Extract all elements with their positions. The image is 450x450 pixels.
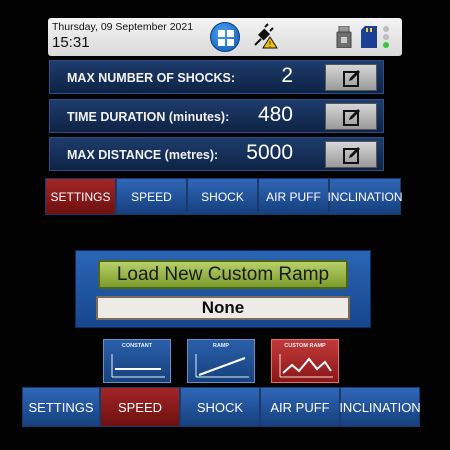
usb-drive-icon — [336, 26, 352, 48]
max-distance-row: MAX DISTANCE (metres): 5000 — [49, 137, 384, 171]
edit-icon — [343, 109, 360, 126]
tab-speed[interactable]: SPEED — [116, 178, 187, 215]
edit-max-shocks-button[interactable] — [325, 64, 377, 91]
ramp-type-custom-label: CUSTOM RAMP — [284, 343, 326, 349]
top-tab-bar: SETTINGS SPEED SHOCK AIR PUFF INCLINATIO… — [45, 178, 403, 215]
tab-air-puff[interactable]: AIR PUFF — [258, 178, 329, 215]
time-duration-row: TIME DURATION (minutes): 480 — [49, 99, 384, 133]
ramp-type-constant-button[interactable]: CONSTANT — [103, 339, 171, 383]
max-distance-label: MAX DISTANCE (metres): — [67, 148, 219, 162]
time-duration-label: TIME DURATION (minutes): — [67, 110, 230, 124]
tab-shock[interactable]: SHOCK — [180, 387, 260, 427]
edit-icon — [343, 147, 360, 164]
ramp-type-ramp-button[interactable]: RAMP — [187, 339, 255, 383]
status-time: 15:31 — [52, 34, 90, 51]
bottom-tab-bar: SETTINGS SPEED SHOCK AIR PUFF INCLINATIO… — [22, 387, 421, 427]
date-time: Thursday, 09 September 2021 15:31 — [52, 21, 193, 52]
time-duration-value: 480 — [257, 103, 293, 126]
ramp-type-ramp-label: RAMP — [212, 343, 230, 349]
max-shocks-row: MAX NUMBER OF SHOCKS: 2 — [49, 60, 384, 94]
constant-graph-icon — [111, 354, 165, 378]
max-shocks-value: 2 — [281, 64, 293, 87]
ramp-type-constant-label: CONSTANT — [121, 343, 153, 349]
edit-time-duration-button[interactable] — [325, 103, 377, 130]
power-plug-warning-icon: ! — [254, 23, 278, 49]
status-date: Thursday, 09 September 2021 — [52, 21, 194, 33]
edit-icon — [343, 70, 360, 87]
status-indicator-dots — [383, 26, 391, 48]
windows-start-icon[interactable] — [210, 22, 240, 52]
tab-inclination[interactable]: INCLINATION — [339, 387, 421, 427]
sd-card-icon — [361, 26, 377, 48]
max-shocks-label: MAX NUMBER OF SHOCKS: — [67, 71, 236, 85]
tab-speed[interactable]: SPEED — [100, 387, 180, 427]
load-custom-ramp-button[interactable]: Load New Custom Ramp — [98, 260, 348, 289]
ramp-type-custom-button[interactable]: CUSTOM RAMP — [271, 339, 339, 383]
ramp-graph-icon — [195, 354, 249, 378]
tab-settings[interactable]: SETTINGS — [22, 387, 100, 427]
edit-max-distance-button[interactable] — [325, 141, 377, 168]
custom-ramp-graph-icon — [279, 354, 333, 378]
tab-shock[interactable]: SHOCK — [187, 178, 258, 215]
svg-text:!: ! — [268, 40, 271, 49]
tab-settings[interactable]: SETTINGS — [45, 178, 116, 215]
status-bar: Thursday, 09 September 2021 15:31 ! — [48, 18, 402, 56]
tab-inclination[interactable]: INCLINATION — [327, 178, 403, 215]
tab-air-puff[interactable]: AIR PUFF — [260, 387, 340, 427]
custom-ramp-panel: Load New Custom Ramp None — [75, 250, 371, 328]
current-ramp-field: None — [96, 296, 350, 320]
max-distance-value: 5000 — [246, 141, 293, 164]
